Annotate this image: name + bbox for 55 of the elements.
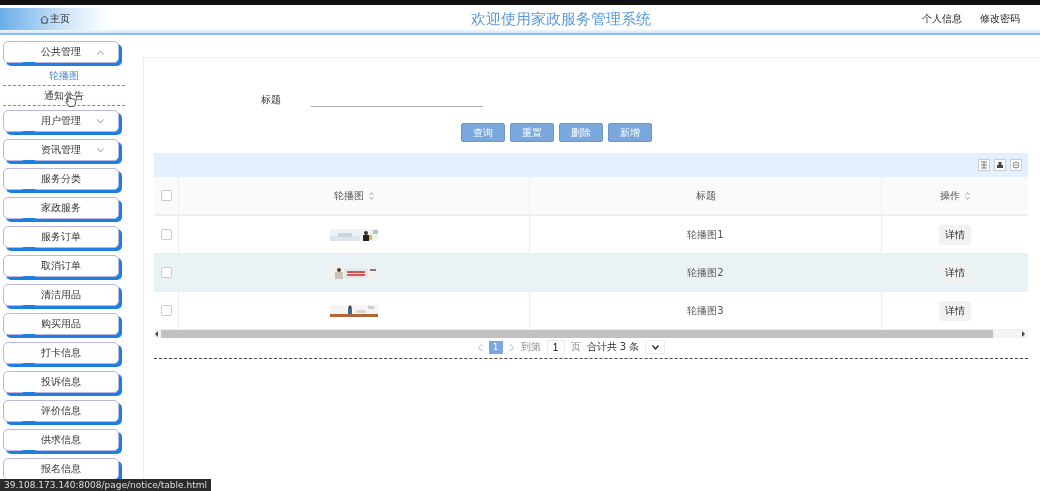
row-checkbox[interactable] [160,229,172,240]
header-link[interactable]: 个人信息 [922,12,962,26]
next-page-icon[interactable] [508,342,515,352]
menu-item[interactable]: 服务订单 [3,226,119,248]
status-url: 39.108.173.140:8008/page/notice/table.html [0,479,211,491]
header-link[interactable]: 修改密码 [980,12,1020,26]
details-button[interactable]: 详情 [939,262,971,283]
row-checkbox[interactable] [160,267,172,278]
horizontal-scrollbar[interactable] [154,330,1028,338]
goto-label: 到第 [520,340,541,354]
table-cell: 轮播图2 [687,265,724,280]
menu-item[interactable]: 资讯管理 [3,139,119,161]
submenu-item[interactable]: 轮播图 [3,67,125,86]
sort-icon [369,191,374,200]
home-icon [40,14,49,24]
system-title: 欢迎使用家政服务管理系统 [470,9,652,29]
caret-icon [97,119,104,124]
caret-icon [97,50,104,55]
column-header[interactable]: 轮播图 [179,177,530,214]
select-all-checkbox[interactable] [160,190,172,201]
prev-page-icon[interactable] [476,342,483,352]
menu-item[interactable]: 供求信息 [3,429,119,451]
page-input[interactable]: 1 [546,340,565,354]
details-button[interactable]: 详情 [939,300,971,321]
page-size-select[interactable] [645,340,666,354]
menu-item[interactable]: 购买用品 [3,313,119,335]
title-label: 标题 [261,92,281,107]
columns-icon[interactable] [978,159,990,171]
caret-icon [651,344,659,350]
scroll-left-icon[interactable] [154,330,159,338]
column-header[interactable]: 操作 [882,177,1028,214]
table-row[interactable]: 轮播图2 详情 [154,254,1028,292]
menu-item[interactable]: 取消订单 [3,255,119,277]
total-count: 合计共 3 条 [586,340,640,354]
menu-item[interactable]: 投诉信息 [3,371,119,393]
table-cell: 轮播图3 [687,303,724,318]
table-cell: 轮播图1 [687,227,724,242]
menu-item[interactable]: 评价信息 [3,400,119,422]
export-icon[interactable] [1010,159,1022,171]
row-checkbox[interactable] [160,305,172,316]
column-header[interactable]: 标题 [530,177,882,214]
menu-item[interactable]: 清洁用品 [3,284,119,306]
menu-item[interactable]: 报名信息 [3,458,119,480]
details-button[interactable]: 详情 [939,224,971,245]
scroll-right-icon[interactable] [1021,330,1026,338]
home-tab[interactable]: 主页 [0,8,110,30]
print-icon[interactable] [994,159,1006,171]
menu-item[interactable]: 家政服务 [3,197,119,219]
menu-item[interactable]: 服务分类 [3,168,119,190]
menu-item[interactable]: 打卡信息 [3,342,119,364]
menu-item[interactable]: 公共管理 [3,41,119,63]
sort-icon [965,191,970,200]
menu-item[interactable]: 用户管理 [3,110,119,132]
page-unit: 页 [570,340,581,354]
caret-icon [97,148,104,153]
